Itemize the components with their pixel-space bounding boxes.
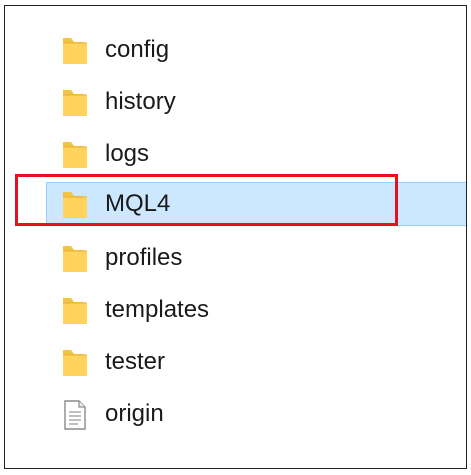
list-item-profiles[interactable]: profiles [46,236,466,280]
item-label: history [105,88,176,115]
folder-icon [60,295,90,327]
folder-icon [60,35,90,67]
item-label: tester [105,348,166,375]
list-item-templates[interactable]: templates [46,288,466,332]
list-item-mql4[interactable]: MQL4 [46,182,466,226]
folder-icon [60,243,90,275]
folder-icon [60,347,90,379]
list-item-origin[interactable]: origin [46,392,466,436]
list-item-logs[interactable]: logs [46,132,466,176]
item-label: MQL4 [105,190,171,217]
list-item-history[interactable]: history [46,80,466,124]
list-item-tester[interactable]: tester [46,340,466,384]
file-list-frame: config history logs MQL4 profiles templa… [4,5,467,469]
item-label: logs [105,140,150,167]
document-icon [60,399,90,431]
folder-icon [60,139,90,171]
list-item-config[interactable]: config [46,28,466,72]
folder-icon [60,87,90,119]
folder-icon [60,189,90,221]
item-label: profiles [105,244,183,271]
item-label: origin [105,400,164,427]
item-label: config [105,36,170,63]
item-label: templates [105,296,210,323]
